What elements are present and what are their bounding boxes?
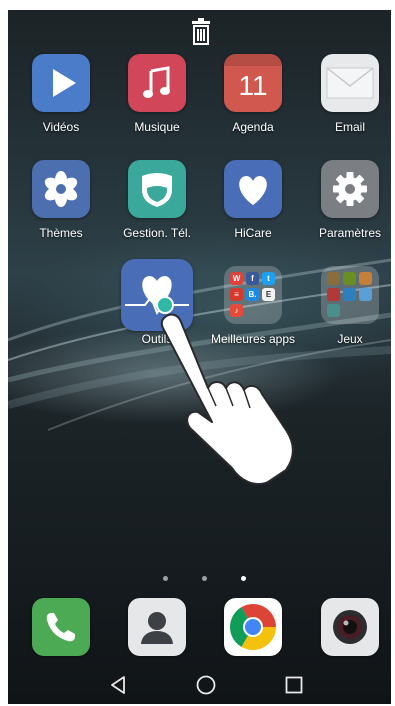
app-themes[interactable]: Thèmes [16,160,106,240]
dock-phone[interactable] [16,598,106,656]
heart-icon [224,160,282,218]
recents-icon[interactable] [282,673,306,697]
app-label: Gestion. Tél. [123,226,191,240]
gear-icon [321,160,379,218]
app-label: Musique [134,120,180,134]
app-musique[interactable]: Musique [112,54,202,134]
page-dot [163,576,168,581]
app-label: Thèmes [39,226,83,240]
chrome-icon [224,598,282,656]
home-screen: Vidéos Musique 11 Agenda Email Thèmes Ge… [8,10,391,704]
app-label: Jeux [337,332,363,346]
folder-jeux[interactable]: Jeux [305,266,391,346]
app-hicare[interactable]: HiCare [208,160,298,240]
camera-icon [321,598,379,656]
navigation-bar [8,665,391,704]
phone-icon [32,598,90,656]
folder-icon [321,266,379,324]
dock-camera[interactable] [305,598,391,656]
pinwheel-icon [32,160,90,218]
app-email[interactable]: Email [305,54,391,134]
app-parametres[interactable]: Paramètres [305,160,391,240]
dock-contacts[interactable] [112,598,202,656]
app-videos[interactable]: Vidéos [16,54,106,134]
shield-icon [128,160,186,218]
app-agenda[interactable]: 11 Agenda [208,54,298,134]
dock-chrome[interactable] [208,598,298,656]
calendar-day: 11 [238,70,268,101]
music-note-icon [128,54,186,112]
back-icon[interactable] [106,673,130,697]
contact-icon [128,598,186,656]
app-label: Vidéos [42,120,80,134]
hand-pointer-icon [160,313,294,485]
calendar-icon: 11 [224,54,282,112]
app-label: HiCare [234,226,272,240]
app-label: Paramètres [318,226,382,240]
page-dot-active [241,576,246,581]
play-icon [32,54,90,112]
app-label: Agenda [232,120,274,134]
page-indicator [158,574,248,584]
envelope-icon [321,54,379,112]
app-label: Email [334,120,365,134]
trash-icon[interactable] [188,18,214,46]
page-dot [202,576,207,581]
app-gestion-tel[interactable]: Gestion. Tél. [112,160,202,240]
home-icon[interactable] [194,673,218,697]
